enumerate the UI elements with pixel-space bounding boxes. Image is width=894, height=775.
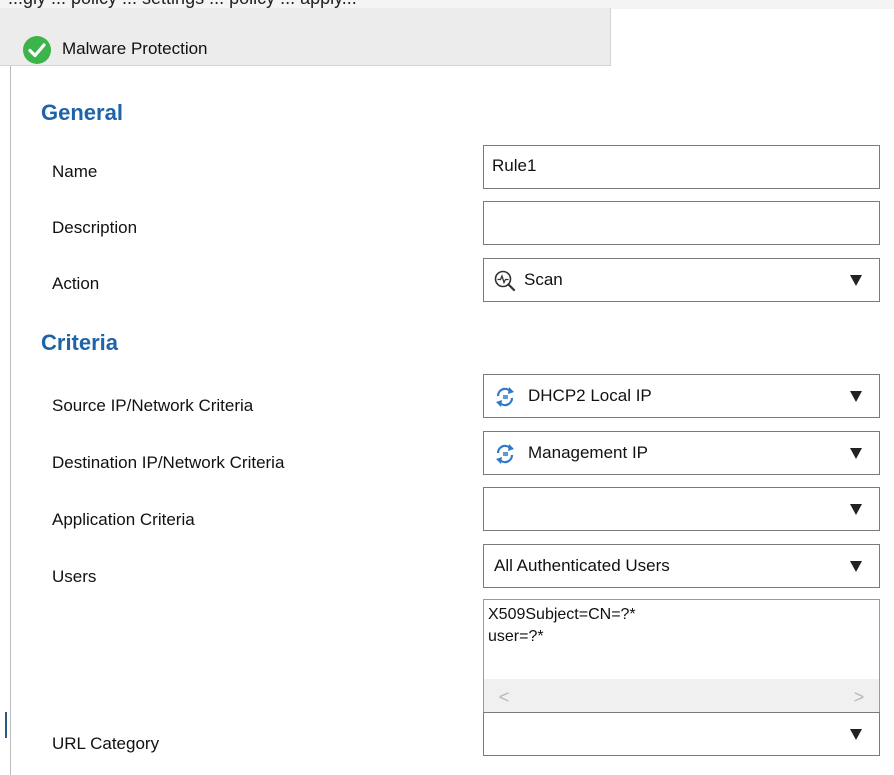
destination-dropdown-value: Management IP (528, 443, 649, 462)
left-divider-mark (5, 712, 7, 738)
name-input[interactable]: Rule1 (483, 145, 880, 189)
chevron-down-icon (850, 561, 862, 572)
scroll-left-icon[interactable]: < (494, 687, 514, 707)
source-label: Source IP/Network Criteria (52, 396, 254, 415)
destination-dropdown[interactable]: Management IP (483, 431, 880, 475)
horizontal-scrollbar[interactable]: < > (484, 679, 879, 715)
action-dropdown-value: Scan (524, 270, 563, 289)
destination-label: Destination IP/Network Criteria (52, 453, 285, 472)
url-category-dropdown[interactable] (483, 712, 880, 756)
tab-title: Malware Protection (62, 39, 208, 58)
description-label: Description (52, 218, 138, 237)
chevron-down-icon (850, 504, 862, 515)
users-dropdown-value: All Authenticated Users (494, 556, 670, 575)
left-divider (10, 66, 11, 775)
scroll-right-icon[interactable]: > (849, 687, 869, 707)
users-list[interactable]: X509Subject=CN=?* user=?* < > (483, 599, 880, 716)
check-circle-icon (23, 36, 51, 64)
tab-malware-protection[interactable]: Malware Protection (0, 8, 611, 66)
name-input-value: Rule1 (492, 156, 537, 175)
users-list-item: X509Subject=CN=?* (488, 606, 636, 623)
section-criteria: Criteria (41, 330, 119, 355)
refresh-network-icon (496, 444, 514, 464)
users-dropdown[interactable]: All Authenticated Users (483, 544, 880, 588)
refresh-network-icon (496, 387, 514, 407)
scan-icon (494, 270, 516, 292)
section-general: General (41, 100, 123, 125)
description-input[interactable] (483, 201, 880, 245)
chevron-down-icon (850, 391, 862, 402)
application-dropdown[interactable] (483, 487, 880, 531)
users-list-item: user=?* (488, 628, 544, 645)
action-label: Action (52, 274, 100, 293)
chevron-down-icon (850, 275, 862, 286)
application-label: Application Criteria (52, 510, 195, 529)
users-label: Users (52, 567, 97, 586)
source-dropdown[interactable]: DHCP2 Local IP (483, 374, 880, 418)
source-dropdown-value: DHCP2 Local IP (528, 386, 652, 405)
chevron-down-icon (850, 448, 862, 459)
action-dropdown[interactable]: Scan (483, 258, 880, 302)
url-category-label: URL Category (52, 734, 160, 753)
chevron-down-icon (850, 729, 862, 740)
name-label: Name (52, 162, 98, 181)
